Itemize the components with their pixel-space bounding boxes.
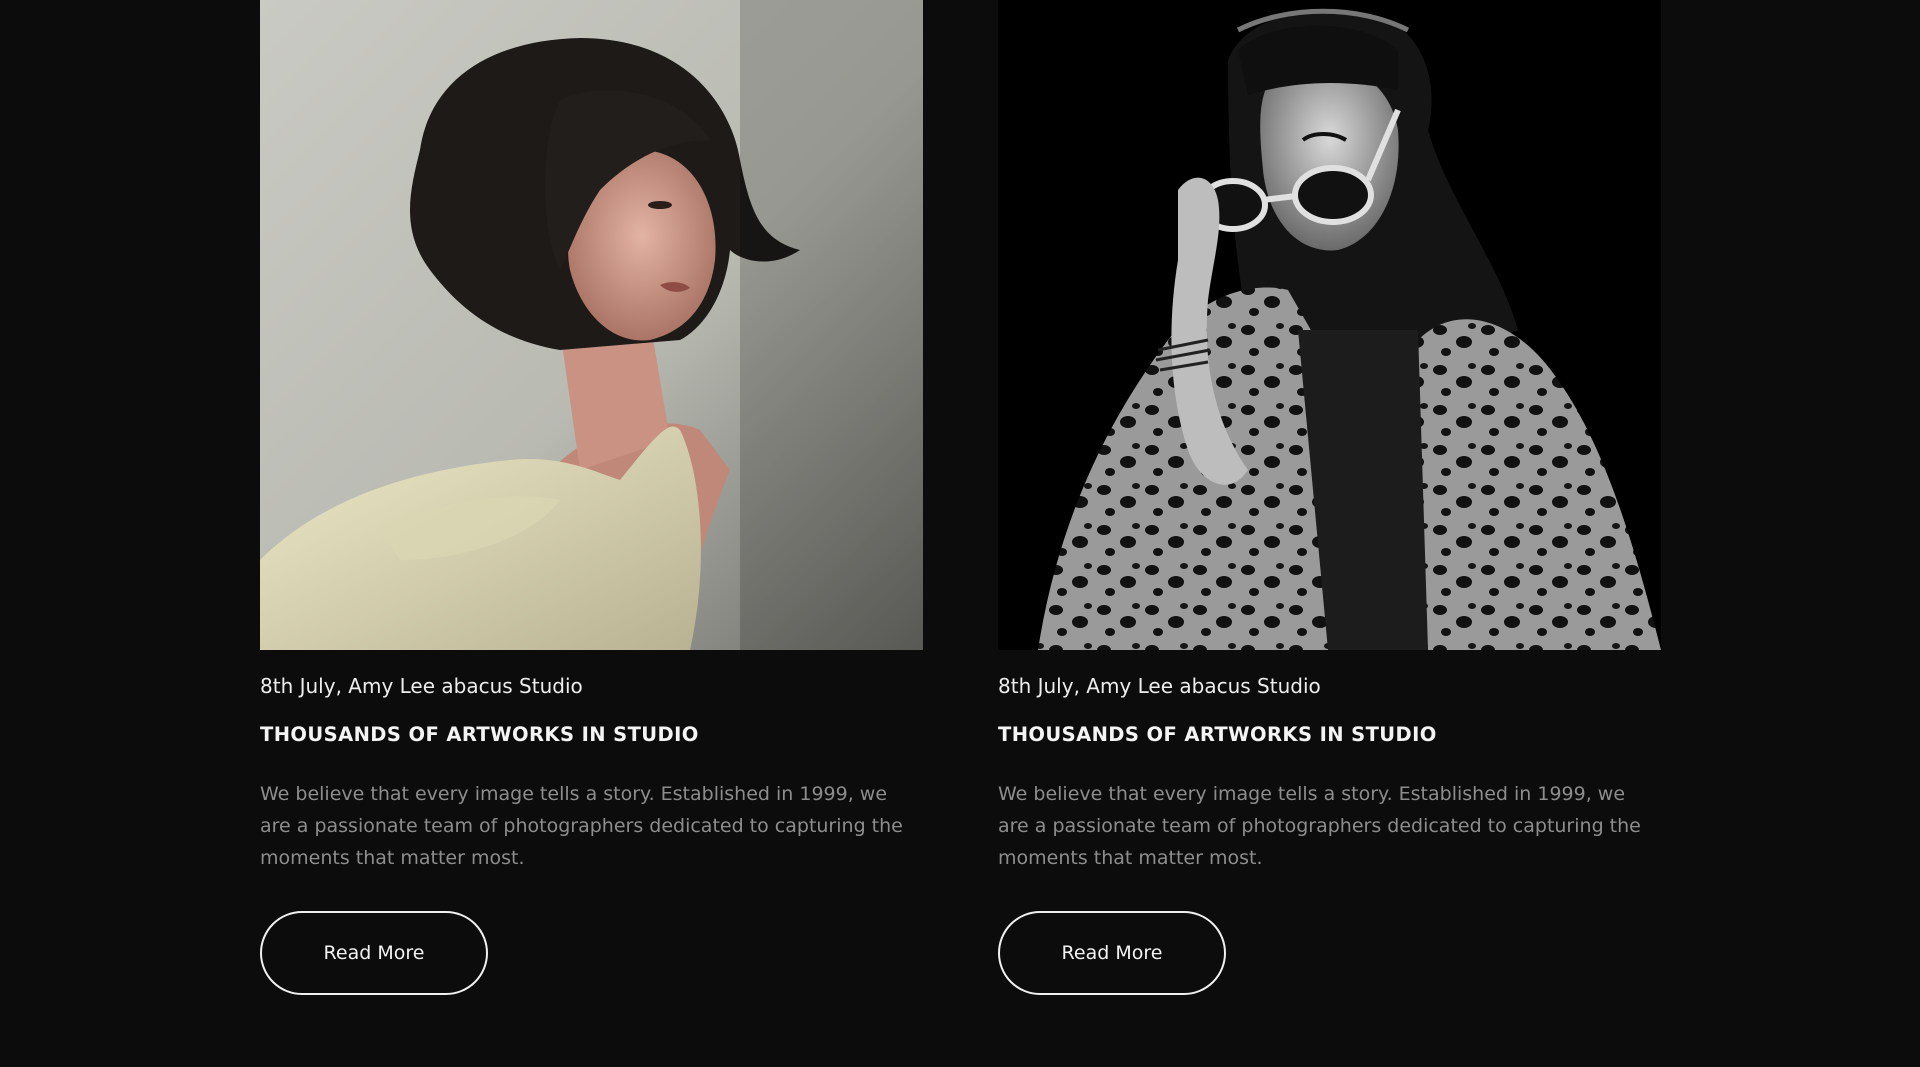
blog-card: 8th July, Amy Lee abacus Studio THOUSAND… [260,0,923,995]
blog-section: 8th July, Amy Lee abacus Studio THOUSAND… [0,0,1920,1067]
post-meta: 8th July, Amy Lee abacus Studio [998,674,1321,698]
post-meta: 8th July, Amy Lee abacus Studio [260,674,583,698]
post-title[interactable]: THOUSANDS OF ARTWORKS IN STUDIO [998,722,1661,748]
read-more-button[interactable]: Read More [260,911,488,995]
read-more-button[interactable]: Read More [998,911,1226,995]
portrait-photo-woman-bob-hair[interactable] [260,0,923,650]
portrait-photo-woman-sunglasses[interactable] [998,0,1661,650]
photo-image [998,0,1661,650]
blog-card: 8th July, Amy Lee abacus Studio THOUSAND… [998,0,1661,995]
photo-image [260,0,923,650]
post-description: We believe that every image tells a stor… [998,783,1641,869]
post-title[interactable]: THOUSANDS OF ARTWORKS IN STUDIO [260,722,923,748]
post-description: We believe that every image tells a stor… [260,783,903,869]
